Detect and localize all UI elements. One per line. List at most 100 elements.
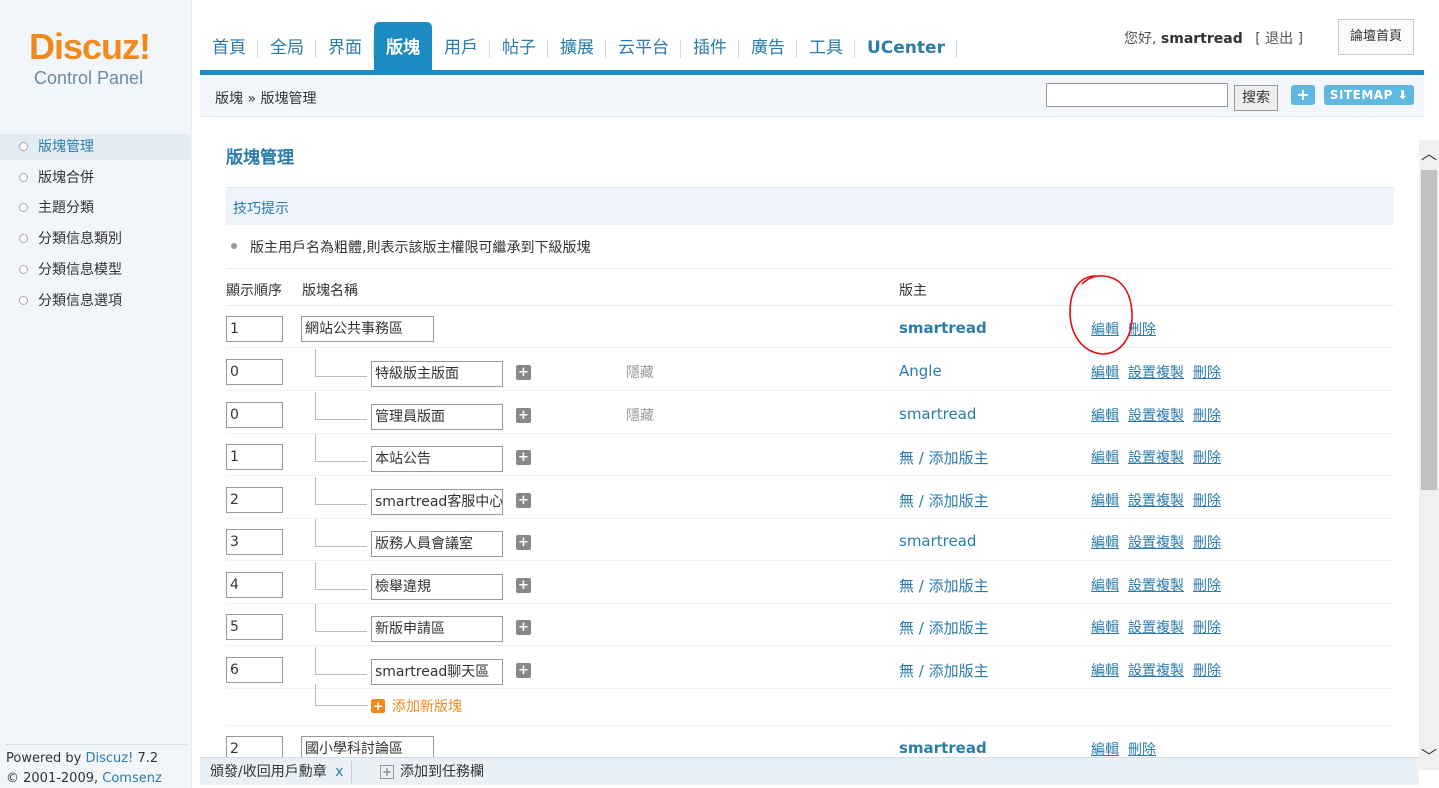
- add-subforum-icon[interactable]: +: [516, 365, 531, 380]
- display-order-input[interactable]: 2: [226, 487, 283, 513]
- edit-link[interactable]: 編輯: [1091, 493, 1119, 509]
- forum-name-input[interactable]: 新版申請區: [371, 616, 503, 642]
- delete-link[interactable]: 刪除: [1128, 742, 1156, 757]
- moderator-link[interactable]: smartread: [899, 739, 987, 757]
- copy-settings-link[interactable]: 設置複製: [1128, 535, 1184, 551]
- copy-settings-link[interactable]: 設置複製: [1128, 493, 1184, 509]
- delete-link[interactable]: 刪除: [1193, 578, 1221, 594]
- add-icon[interactable]: +: [371, 699, 385, 713]
- moderator-link[interactable]: Angle: [899, 362, 942, 380]
- forum-home-button[interactable]: 論壇首頁: [1338, 19, 1414, 55]
- task-item[interactable]: 頒發/收回用戶勳章 x: [210, 761, 353, 783]
- forum-name-input[interactable]: 檢舉違規: [371, 574, 503, 600]
- moderator-link[interactable]: 無 / 添加版主: [899, 490, 989, 511]
- delete-link[interactable]: 刪除: [1193, 408, 1221, 424]
- copy-settings-link[interactable]: 設置複製: [1128, 620, 1184, 636]
- sidebar-item-info-models[interactable]: 分類信息模型: [0, 257, 190, 283]
- add-subforum-icon[interactable]: +: [516, 620, 531, 635]
- delete-link[interactable]: 刪除: [1193, 663, 1221, 679]
- nav-users[interactable]: 用戶: [432, 22, 490, 70]
- delete-link[interactable]: 刪除: [1193, 620, 1221, 636]
- copy-settings-link[interactable]: 設置複製: [1128, 365, 1184, 381]
- moderator-link[interactable]: smartread: [899, 532, 976, 550]
- delete-link[interactable]: 刪除: [1193, 535, 1221, 551]
- nav-global[interactable]: 全局: [258, 22, 316, 70]
- sitemap-button[interactable]: SITEMAP ⬇: [1324, 85, 1414, 105]
- edit-link[interactable]: 編輯: [1091, 742, 1119, 757]
- forum-name-input[interactable]: smartread客服中心: [371, 489, 503, 515]
- copy-settings-link[interactable]: 設置複製: [1128, 408, 1184, 424]
- add-forum-link[interactable]: 添加新版塊: [392, 696, 462, 716]
- forum-name-input[interactable]: 特級版主版面: [371, 361, 503, 387]
- moderator-link[interactable]: 無 / 添加版主: [899, 617, 989, 638]
- edit-link[interactable]: 編輯: [1091, 408, 1119, 424]
- moderator-link[interactable]: smartread: [899, 405, 976, 423]
- sidebar-item-info-options[interactable]: 分類信息選項: [0, 288, 190, 314]
- nav-interface[interactable]: 界面: [316, 22, 374, 70]
- nav-home[interactable]: 首頁: [200, 22, 258, 70]
- edit-link[interactable]: 編輯: [1091, 578, 1119, 594]
- add-subforum-icon[interactable]: +: [516, 493, 531, 508]
- forum-name-input[interactable]: 國小學科討論區: [301, 736, 434, 757]
- display-order-input[interactable]: 4: [226, 572, 283, 598]
- logout-link[interactable]: [ 退出 ]: [1255, 31, 1303, 47]
- display-order-input[interactable]: 6: [226, 657, 283, 683]
- forum-name-input[interactable]: 網站公共事務區: [301, 316, 434, 342]
- delete-link[interactable]: 刪除: [1193, 365, 1221, 381]
- nav-tools[interactable]: 工具: [797, 22, 855, 70]
- delete-link[interactable]: 刪除: [1193, 493, 1221, 509]
- search-input[interactable]: [1046, 83, 1228, 107]
- forum-name-input[interactable]: 版務人員會議室: [371, 531, 503, 557]
- forum-name-input[interactable]: smartread聊天區: [371, 659, 503, 685]
- display-order-input[interactable]: 0: [226, 402, 283, 428]
- scroll-up-icon[interactable]: ︿: [1419, 140, 1439, 168]
- nav-posts[interactable]: 帖子: [490, 22, 548, 70]
- nav-ads[interactable]: 廣告: [739, 22, 797, 70]
- vertical-scrollbar[interactable]: ︿ ﹀: [1419, 140, 1439, 770]
- sidebar-item-thread-types[interactable]: 主題分類: [0, 195, 190, 221]
- copy-settings-link[interactable]: 設置複製: [1128, 450, 1184, 466]
- moderator-link[interactable]: 無 / 添加版主: [899, 660, 989, 681]
- edit-link[interactable]: 編輯: [1091, 620, 1119, 636]
- nav-extensions[interactable]: 擴展: [548, 22, 606, 70]
- display-order-input[interactable]: 2: [226, 736, 283, 757]
- nav-plugins[interactable]: 插件: [681, 22, 739, 70]
- add-subforum-icon[interactable]: +: [516, 408, 531, 423]
- search-button[interactable]: 搜索: [1234, 85, 1278, 111]
- copy-settings-link[interactable]: 設置複製: [1128, 578, 1184, 594]
- nav-cloud[interactable]: 云平台: [606, 22, 681, 70]
- add-subforum-icon[interactable]: +: [516, 535, 531, 550]
- nav-ucenter[interactable]: UCenter: [855, 22, 957, 70]
- edit-link[interactable]: 編輯: [1091, 663, 1119, 679]
- edit-link[interactable]: 編輯: [1091, 365, 1119, 381]
- sidebar-item-forum-manage[interactable]: 版塊管理: [0, 134, 190, 160]
- display-order-input[interactable]: 5: [226, 614, 283, 640]
- display-order-input[interactable]: 1: [226, 444, 283, 470]
- logo[interactable]: Discuz! Control Panel: [0, 0, 192, 110]
- delete-link[interactable]: 刪除: [1128, 322, 1156, 338]
- display-order-input[interactable]: 3: [226, 529, 283, 555]
- delete-link[interactable]: 刪除: [1193, 450, 1221, 466]
- product-link[interactable]: Discuz!: [86, 751, 134, 766]
- scroll-down-icon[interactable]: ﹀: [1419, 744, 1439, 770]
- moderator-link[interactable]: 無 / 添加版主: [899, 575, 989, 596]
- close-icon[interactable]: x: [335, 764, 343, 780]
- scroll-thumb[interactable]: [1421, 170, 1437, 490]
- forum-name-input[interactable]: 管理員版面: [371, 404, 503, 430]
- forum-name-input[interactable]: 本站公告: [371, 446, 503, 472]
- sidebar-item-forum-merge[interactable]: 版塊合併: [0, 165, 190, 191]
- add-subforum-icon[interactable]: +: [516, 663, 531, 678]
- add-to-taskbar[interactable]: + 添加到任務欄: [380, 761, 484, 783]
- sidebar-item-info-categories[interactable]: 分類信息類別: [0, 226, 190, 252]
- display-order-input[interactable]: 0: [226, 359, 283, 385]
- nav-forums[interactable]: 版塊: [374, 22, 432, 70]
- add-shortcut-button[interactable]: +: [1291, 85, 1315, 105]
- copy-settings-link[interactable]: 設置複製: [1128, 663, 1184, 679]
- moderator-link[interactable]: smartread: [899, 319, 987, 337]
- display-order-input[interactable]: 1: [226, 316, 283, 342]
- add-subforum-icon[interactable]: +: [516, 578, 531, 593]
- moderator-link[interactable]: 無 / 添加版主: [899, 447, 989, 468]
- edit-link[interactable]: 編輯: [1091, 322, 1119, 338]
- edit-link[interactable]: 編輯: [1091, 535, 1119, 551]
- edit-link[interactable]: 編輯: [1091, 450, 1119, 466]
